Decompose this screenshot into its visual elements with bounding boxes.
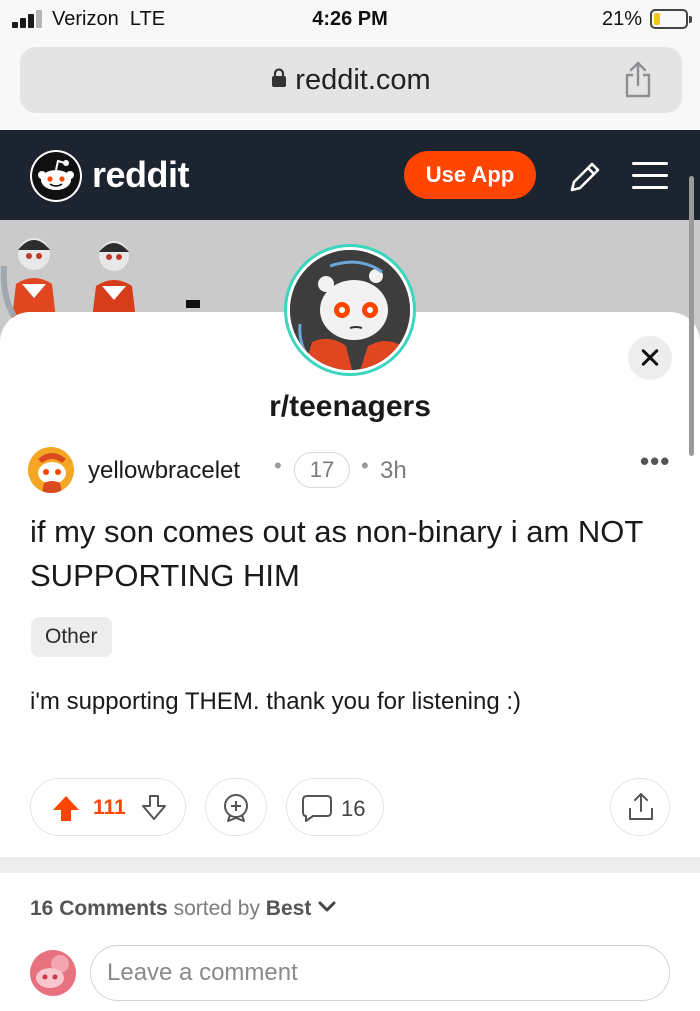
post-flair-tag[interactable]: Other xyxy=(31,617,112,657)
reddit-header: reddit Use App xyxy=(0,130,700,220)
reddit-logo-icon[interactable] xyxy=(30,150,82,202)
post-title[interactable]: if my son comes out as non-binary i am N… xyxy=(30,510,670,598)
comment-bubble-icon xyxy=(302,795,332,822)
award-button[interactable] xyxy=(205,778,267,836)
comment-count: 16 xyxy=(341,796,366,821)
subreddit-avatar[interactable] xyxy=(284,244,416,376)
separator-dot: • xyxy=(361,453,369,478)
vote-control: 111 xyxy=(30,778,186,836)
comments-sort-bar[interactable]: 16 Comments sorted by Best xyxy=(30,897,337,921)
share-button[interactable] xyxy=(610,778,670,836)
post-body: i'm supporting THEM. thank you for liste… xyxy=(30,688,522,715)
subreddit-name[interactable]: r/teenagers xyxy=(0,390,700,424)
current-user-avatar[interactable] xyxy=(30,950,76,996)
author-username[interactable]: yellowbracelet xyxy=(88,457,240,485)
battery-percent: 21% xyxy=(601,8,642,30)
share-icon[interactable] xyxy=(622,61,654,99)
subreddit-mascot-icon xyxy=(290,250,410,370)
post-age: 3h xyxy=(380,457,407,484)
comments-count-label: 16 Comments xyxy=(30,897,168,920)
pencil-icon[interactable] xyxy=(566,158,604,196)
address-bar[interactable]: reddit.com xyxy=(20,47,682,113)
close-button[interactable] xyxy=(628,336,672,380)
downvote-arrow-icon[interactable] xyxy=(139,793,169,823)
sort-value[interactable]: Best xyxy=(266,897,312,920)
browser-toolbar: reddit.com xyxy=(0,40,700,130)
upvote-arrow-icon[interactable] xyxy=(51,793,81,823)
author-flair-badge: 17 xyxy=(294,452,350,488)
section-divider xyxy=(0,857,700,873)
status-time: 4:26 PM xyxy=(312,8,388,30)
award-plus-icon xyxy=(224,794,248,822)
sorted-by-label: sorted by xyxy=(173,897,260,920)
comments-button[interactable]: 16 xyxy=(286,778,384,836)
hamburger-menu-icon[interactable] xyxy=(632,160,668,192)
reddit-wordmark[interactable]: reddit xyxy=(92,154,190,196)
chevron-down-icon[interactable] xyxy=(317,900,337,914)
separator-dot: • xyxy=(274,453,282,478)
battery-icon xyxy=(650,9,692,29)
author-avatar[interactable] xyxy=(28,447,74,493)
status-bar: Verizon LTE 4:26 PM 21% xyxy=(0,0,700,40)
share-icon xyxy=(629,793,653,820)
comment-input[interactable] xyxy=(90,945,670,1001)
author-snoo-icon xyxy=(28,447,74,493)
more-options-icon[interactable]: ••• xyxy=(640,446,670,477)
url-text: reddit.com xyxy=(295,64,431,96)
user-avatar-icon xyxy=(30,950,76,996)
lock-icon xyxy=(272,68,287,88)
vote-score: 111 xyxy=(93,796,126,819)
page-scrollbar[interactable] xyxy=(689,176,694,456)
use-app-button[interactable]: Use App xyxy=(404,151,536,199)
